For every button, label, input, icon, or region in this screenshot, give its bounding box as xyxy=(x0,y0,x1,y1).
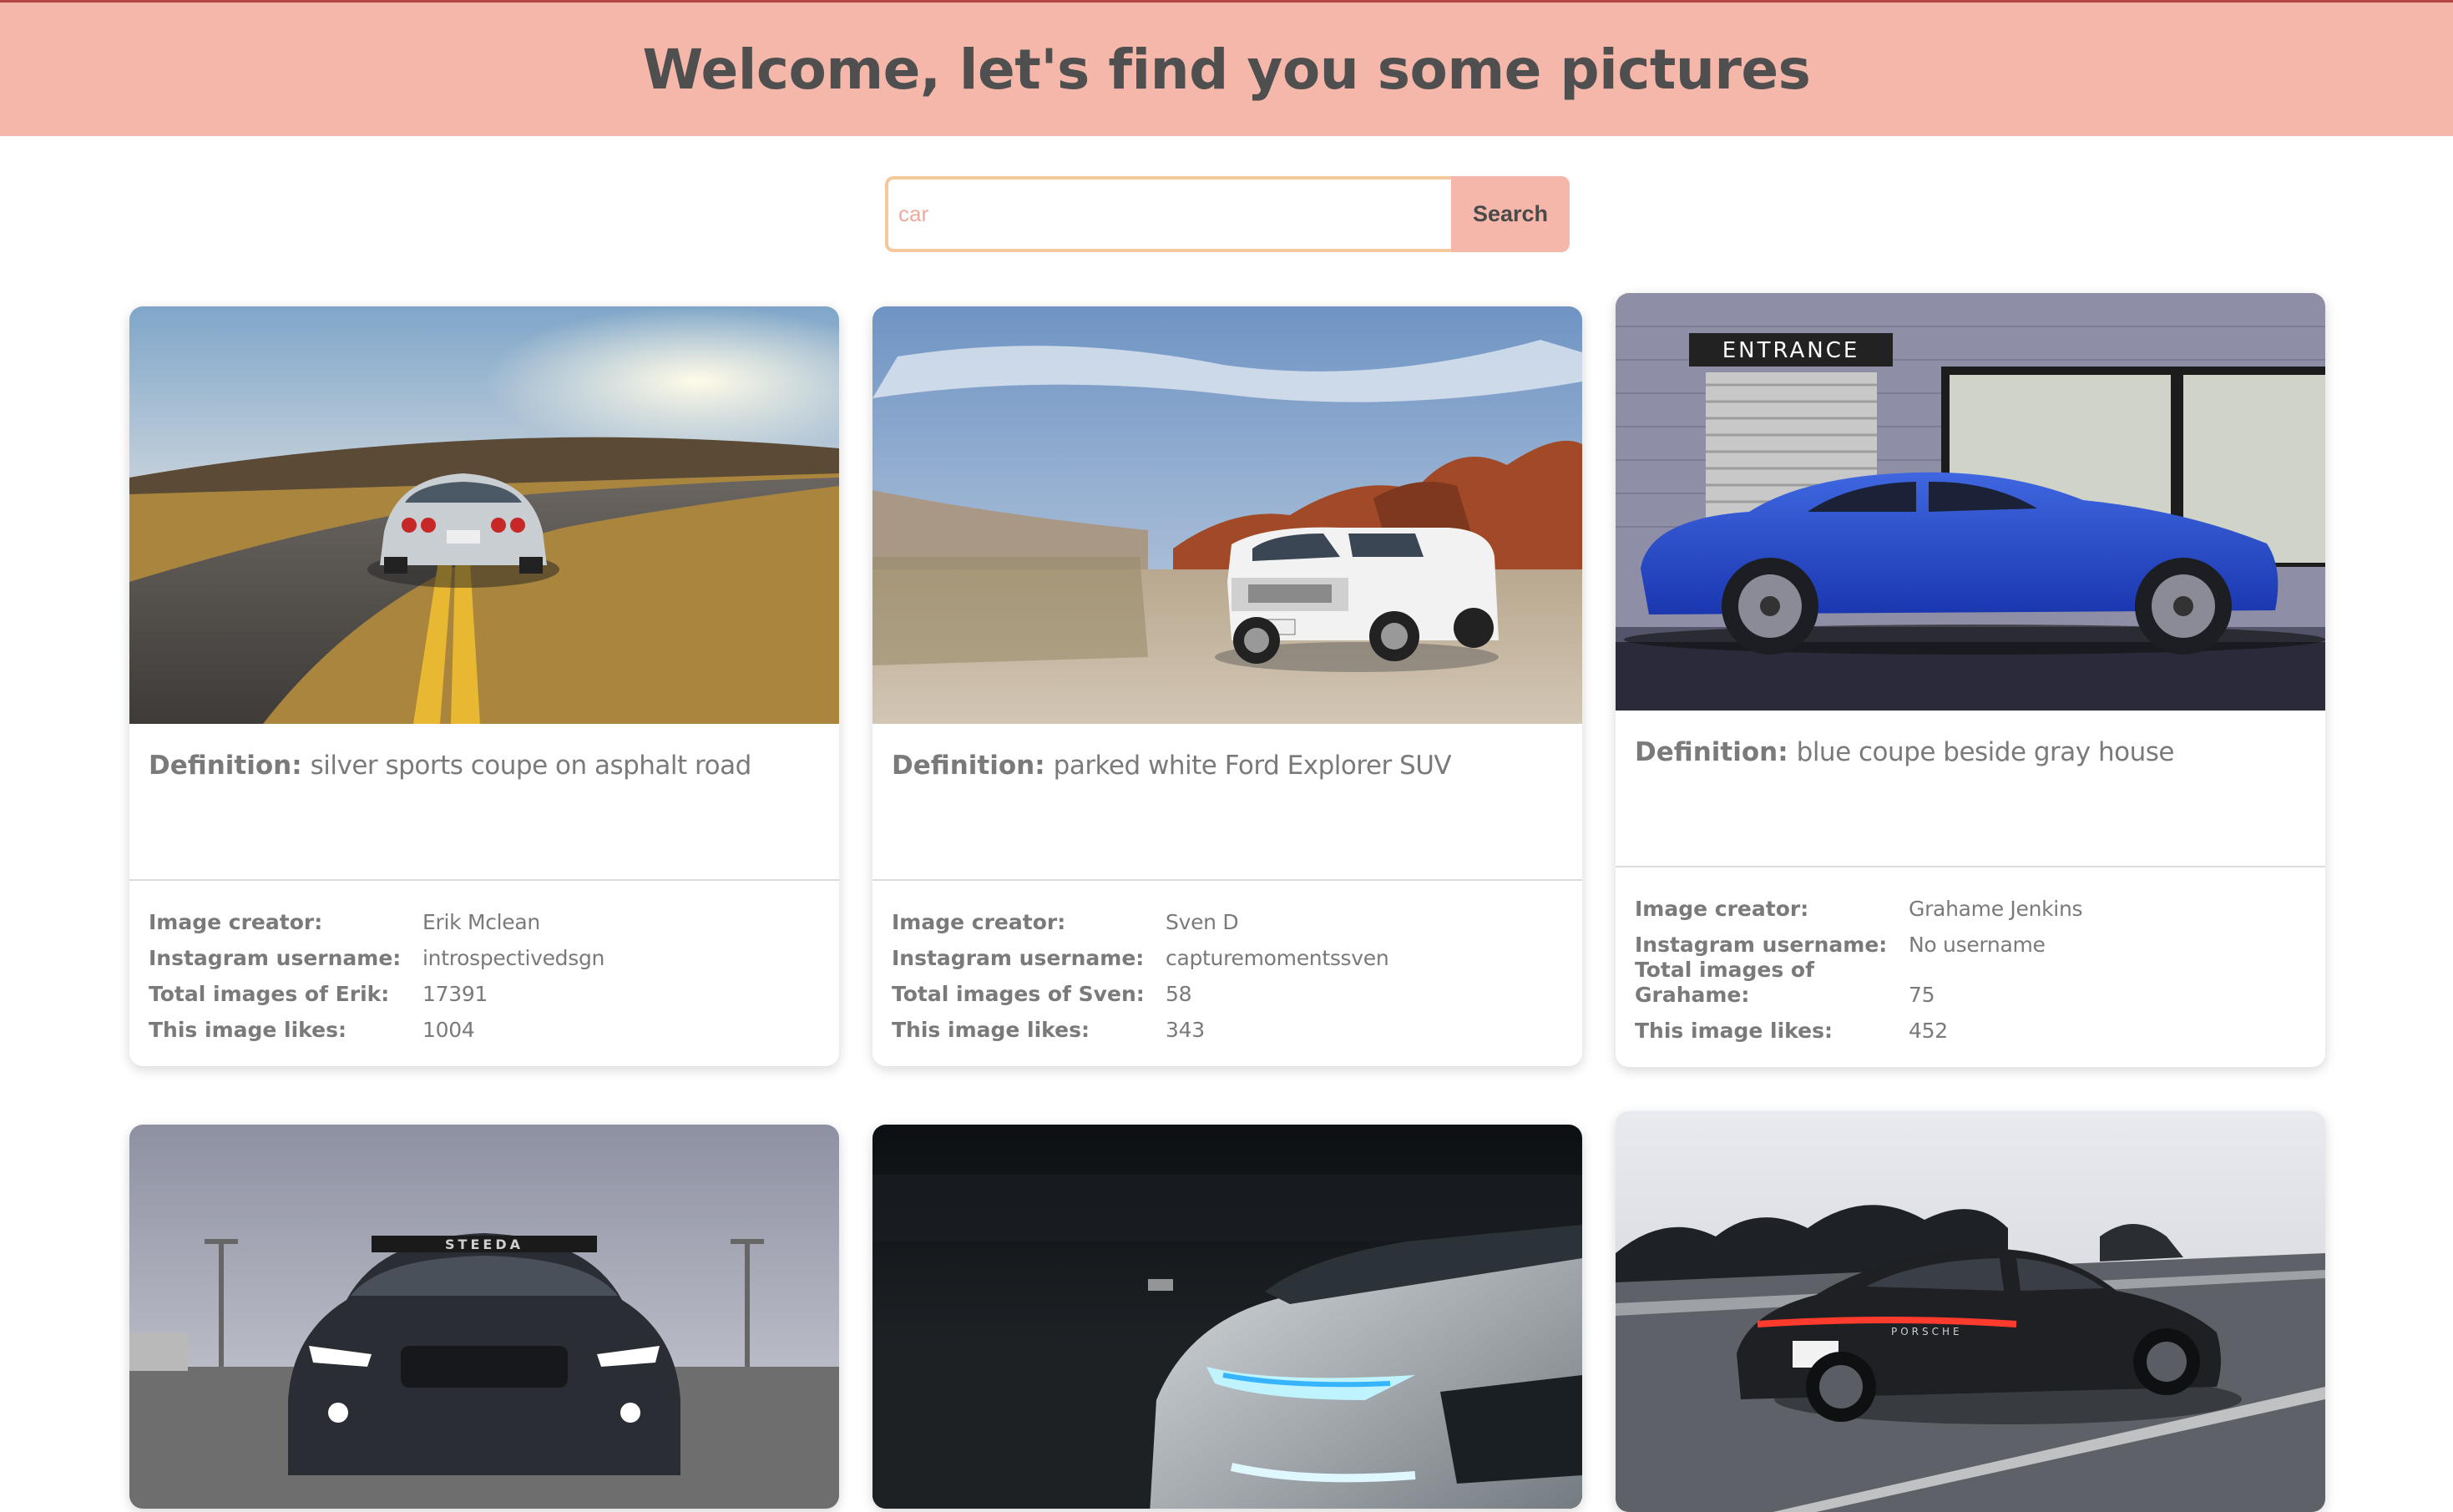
entrance-sign-text: ENTRANCE xyxy=(1722,338,1860,363)
instagram-label: Instagram username: xyxy=(1635,933,1888,957)
creator-label: Image creator: xyxy=(892,910,1066,934)
image-card[interactable]: ENTRANCE Definition: blue coupe beside g… xyxy=(1616,293,2325,1067)
definition-text: parked white Ford Explorer SUV xyxy=(1053,751,1452,781)
car-photo[interactable] xyxy=(872,1125,1582,1509)
likes-value: 452 xyxy=(1909,1019,1948,1043)
instagram-value: No username xyxy=(1909,933,2046,957)
total-value: 17391 xyxy=(422,982,488,1006)
definition-text: blue coupe beside gray house xyxy=(1796,737,2175,767)
car-photo[interactable]: STEEDA xyxy=(129,1125,839,1509)
meta-row-likes: This image likes: 343 xyxy=(892,1007,1563,1043)
meta-row-instagram: Instagram username: capturemomentssven xyxy=(892,935,1563,971)
definition-label: Definition: xyxy=(892,751,1045,781)
creator-value: Erik Mclean xyxy=(422,910,540,934)
instagram-value: introspectivedsgn xyxy=(422,946,605,970)
likes-label: This image likes: xyxy=(892,1018,1090,1042)
instagram-label: Instagram username: xyxy=(149,946,402,970)
definition-label: Definition: xyxy=(149,751,302,781)
instagram-label: Instagram username: xyxy=(892,946,1145,970)
card-definition: Definition: blue coupe beside gray house xyxy=(1616,710,2325,867)
meta-row-instagram: Instagram username: No username xyxy=(1635,922,2306,958)
meta-row-total: Total images of Grahame: 75 xyxy=(1635,958,2306,1008)
image-card[interactable]: Definition: silver sports coupe on aspha… xyxy=(129,306,839,1066)
car-photo[interactable] xyxy=(129,306,839,724)
image-card[interactable]: Definition: parked white Ford Explorer S… xyxy=(872,306,1582,1066)
creator-label: Image creator: xyxy=(149,910,323,934)
card-definition: Definition: parked white Ford Explorer S… xyxy=(872,724,1582,881)
card-meta: Image creator: Sven D Instagram username… xyxy=(872,881,1582,1066)
likes-value: 343 xyxy=(1166,1018,1205,1042)
meta-row-creator: Image creator: Grahame Jenkins xyxy=(1635,886,2306,922)
porsche-badge-text: PORSCHE xyxy=(1891,1326,1963,1338)
likes-value: 1004 xyxy=(422,1018,475,1042)
creator-label: Image creator: xyxy=(1635,897,1809,921)
search-button[interactable]: Search xyxy=(1451,176,1570,252)
card-definition: Definition: silver sports coupe on aspha… xyxy=(129,724,839,881)
image-card[interactable]: STEEDA xyxy=(129,1125,839,1509)
total-label: Total images of Sven: xyxy=(892,982,1145,1006)
meta-row-instagram: Instagram username: introspectivedsgn xyxy=(149,935,820,971)
search-bar: Search xyxy=(885,176,1570,252)
meta-row-likes: This image likes: 1004 xyxy=(149,1007,820,1043)
card-meta: Image creator: Erik Mclean Instagram use… xyxy=(129,881,839,1066)
meta-row-creator: Image creator: Erik Mclean xyxy=(149,899,820,935)
car-photo[interactable] xyxy=(872,306,1582,724)
page-header: Welcome, let's find you some pictures xyxy=(0,0,2453,136)
creator-value: Sven D xyxy=(1166,910,1239,934)
definition-label: Definition: xyxy=(1635,737,1788,767)
page-title: Welcome, let's find you some pictures xyxy=(642,37,1811,102)
search-input[interactable] xyxy=(885,176,1451,252)
car-photo[interactable]: ENTRANCE xyxy=(1616,293,2325,710)
instagram-value: capturemomentssven xyxy=(1166,946,1389,970)
total-label: Total images of Grahame: xyxy=(1635,958,1814,1007)
meta-row-creator: Image creator: Sven D xyxy=(892,899,1563,935)
meta-row-total: Total images of Sven: 58 xyxy=(892,971,1563,1007)
card-meta: Image creator: Grahame Jenkins Instagram… xyxy=(1616,867,2325,1067)
steeda-banner-text: STEEDA xyxy=(445,1236,523,1252)
car-photo[interactable]: PORSCHE xyxy=(1616,1111,2325,1512)
likes-label: This image likes: xyxy=(149,1018,346,1042)
likes-label: This image likes: xyxy=(1635,1019,1833,1043)
total-value: 75 xyxy=(1909,983,1935,1007)
definition-text: silver sports coupe on asphalt road xyxy=(310,751,752,781)
meta-row-likes: This image likes: 452 xyxy=(1635,1008,2306,1044)
image-card[interactable] xyxy=(872,1125,1582,1509)
total-value: 58 xyxy=(1166,982,1192,1006)
creator-value: Grahame Jenkins xyxy=(1909,897,2083,921)
total-label: Total images of Erik: xyxy=(149,982,390,1006)
meta-row-total: Total images of Erik: 17391 xyxy=(149,971,820,1007)
image-card[interactable]: PORSCHE xyxy=(1616,1111,2325,1512)
